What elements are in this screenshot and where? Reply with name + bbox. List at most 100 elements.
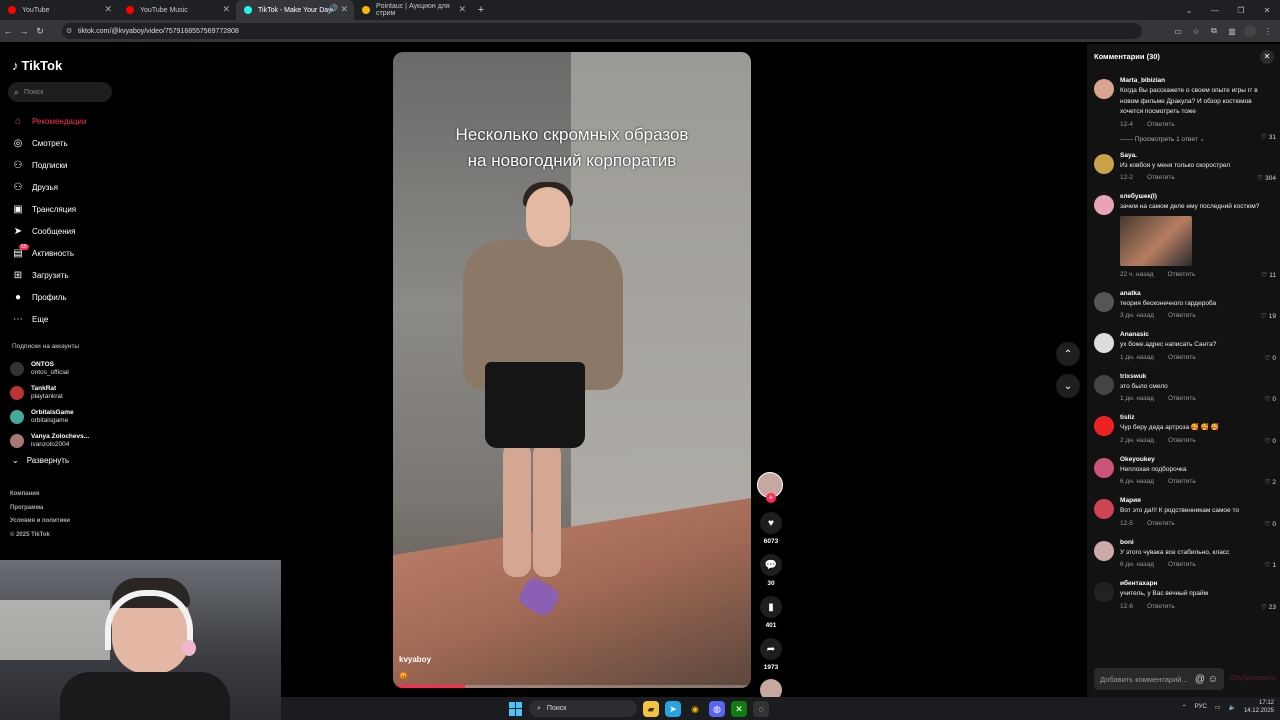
tab-tiktok[interactable]: TikTok - Make Your Day 🔊 ✕ (236, 0, 354, 20)
tab-search-icon[interactable]: ⌄ (1176, 6, 1202, 15)
close-window-button[interactable]: ✕ (1254, 6, 1280, 15)
view-replies-button[interactable]: —— Просмотреть 1 ответ ⌄ (1120, 135, 1274, 143)
share-action[interactable]: ➦ 1973 (757, 638, 785, 671)
bookmark-star-icon[interactable]: ☆ (1190, 27, 1202, 36)
comment-like-button[interactable]: ♡ 0 (1265, 520, 1276, 528)
close-tab-icon[interactable]: ✕ (104, 4, 112, 15)
network-icon[interactable]: ▭ (1215, 704, 1221, 711)
tab-youtube[interactable]: YouTube ✕ (0, 0, 118, 20)
avatar[interactable] (1094, 195, 1114, 215)
file-explorer-icon[interactable]: ▰ (643, 700, 659, 717)
tab-youtube-music[interactable]: YouTube Music ✕ (118, 0, 236, 20)
comment-action[interactable]: 💬 30 (757, 554, 785, 587)
sidebar-item[interactable]: ➤ Сообщения (12, 220, 86, 242)
footer-link-terms[interactable]: Условия и политики (10, 515, 70, 529)
video-player[interactable]: Несколько скромных образов на новогодний… (393, 52, 751, 688)
author-avatar[interactable]: + (757, 472, 783, 503)
telegram-icon[interactable]: ➤ (665, 700, 681, 717)
heart-icon[interactable]: ♥ (760, 512, 782, 534)
maximize-button[interactable]: ❐ (1228, 6, 1254, 15)
extensions-icon[interactable]: ⧉ (1208, 26, 1220, 36)
following-account[interactable]: OrbitalsGame orbitalsgame (10, 405, 89, 429)
reply-button[interactable]: Ответить (1168, 475, 1196, 488)
sidebar-item[interactable]: ▣ Трансляция (12, 198, 86, 220)
comment-username[interactable]: ибентахарн (1120, 579, 1274, 589)
share-icon[interactable]: ➦ (760, 638, 782, 660)
reply-button[interactable]: Ответить (1168, 309, 1196, 322)
reply-button[interactable]: Ответить (1168, 392, 1196, 405)
reply-button[interactable]: Ответить (1168, 434, 1196, 447)
sidebar-item[interactable]: ⋯ Еще (12, 308, 86, 330)
save-action[interactable]: ▮ 401 (757, 596, 785, 629)
reply-button[interactable]: Ответить (1168, 268, 1196, 281)
reply-button[interactable]: Ответить (1168, 351, 1196, 364)
sidebar-item[interactable]: ● Профиль (12, 286, 86, 308)
obs-icon[interactable]: ◌ (753, 700, 769, 717)
sidebar-item[interactable]: ◎ Смотреть (12, 132, 86, 154)
profile-avatar[interactable] (1244, 25, 1256, 37)
chrome-icon[interactable]: ◉ (687, 700, 703, 717)
sidebar-item[interactable]: ▤ 59 Активность (12, 242, 86, 264)
avatar[interactable] (1094, 540, 1114, 561)
comment-username[interactable]: Saya. (1120, 151, 1274, 161)
avatar[interactable] (1094, 374, 1114, 395)
avatar[interactable] (1094, 79, 1114, 99)
sidebar-item[interactable]: ⚇ Подписки (12, 154, 86, 176)
reply-button[interactable]: Ответить (1147, 118, 1175, 131)
comment-like-button[interactable]: ♡ 23 (1261, 603, 1276, 611)
speaker-icon[interactable]: 🔊 (328, 4, 338, 13)
reply-button[interactable]: Ответить (1147, 600, 1175, 613)
clock[interactable]: 17:12 14.12.2025 (1244, 699, 1274, 715)
avatar[interactable] (1094, 582, 1114, 602)
video-author[interactable]: kvyaboy (399, 655, 431, 664)
avatar[interactable] (1094, 499, 1114, 519)
tab-pointauc[interactable]: Pointauc | Аукцион для стрим ✕ (354, 0, 472, 20)
avatar[interactable] (1094, 457, 1114, 478)
avatar[interactable] (1094, 416, 1114, 436)
post-button[interactable]: Опубликовать (1230, 675, 1276, 682)
close-tab-icon[interactable]: ✕ (458, 4, 466, 15)
comment-like-button[interactable]: ♡ 31 (1261, 133, 1276, 141)
comment-input[interactable]: Добавить комментарий... @ ☺ (1094, 668, 1224, 690)
comment-like-button[interactable]: ♡ 1 (1265, 561, 1276, 569)
comment-like-button[interactable]: ♡ 11 (1261, 271, 1276, 279)
sidebar-item[interactable]: ⊞ Загрузить (12, 264, 86, 286)
new-tab-button[interactable]: + (472, 0, 490, 20)
reply-button[interactable]: Ответить (1168, 558, 1196, 571)
comment-username[interactable]: Okeyoukey (1120, 455, 1274, 465)
footer-link-company[interactable]: Компания (10, 488, 70, 502)
discord-icon[interactable]: ◍ (709, 700, 725, 717)
close-comments-button[interactable]: ✕ (1260, 50, 1274, 64)
menu-icon[interactable]: ⋮ (1262, 27, 1274, 36)
following-account[interactable]: ONTOS ontos_official (10, 357, 89, 381)
tray-arrow-icon[interactable]: ⌃ (1182, 704, 1187, 711)
minimize-button[interactable]: — (1202, 6, 1228, 15)
avatar[interactable] (1094, 333, 1114, 353)
sidebar-item[interactable]: ⚇ Друзья (12, 176, 86, 198)
sidebar-item[interactable]: ⌂ Рекомендации (12, 110, 87, 132)
comment-like-button[interactable]: ♡ 19 (1261, 312, 1276, 320)
tiktok-logo[interactable]: ♪ TikTok (12, 58, 62, 73)
comment-username[interactable]: клебушек(I) (1120, 192, 1274, 202)
expand-button[interactable]: ⌄ Развернуть (12, 456, 69, 465)
site-info-icon[interactable]: ⚙ (66, 27, 72, 35)
comment-image[interactable] (1120, 215, 1192, 266)
follow-plus-icon[interactable]: + (766, 493, 776, 503)
following-account[interactable]: TankRat playtankrat (10, 381, 89, 405)
comment-like-button[interactable]: ♡ 0 (1265, 395, 1276, 403)
forward-icon[interactable]: → (16, 26, 32, 36)
comment-username[interactable]: anatka (1120, 289, 1274, 299)
avatar[interactable] (1094, 153, 1114, 174)
comment-like-button[interactable]: ♡ 2 (1265, 478, 1276, 486)
volume-icon[interactable]: 🔈 (1228, 704, 1235, 711)
video-progress-bar[interactable] (393, 685, 751, 688)
comment-like-button[interactable]: ♡ 304 (1257, 174, 1276, 182)
comment-username[interactable]: boni (1120, 538, 1274, 548)
windows-start-icon[interactable] (509, 701, 523, 716)
comment-like-button[interactable]: ♡ 0 (1265, 437, 1276, 445)
reply-button[interactable]: Ответить (1147, 171, 1175, 184)
back-icon[interactable]: ← (0, 26, 16, 36)
close-tab-icon[interactable]: ✕ (222, 4, 230, 15)
reload-icon[interactable]: ↻ (32, 26, 48, 37)
reply-button[interactable]: Ответить (1147, 517, 1175, 530)
